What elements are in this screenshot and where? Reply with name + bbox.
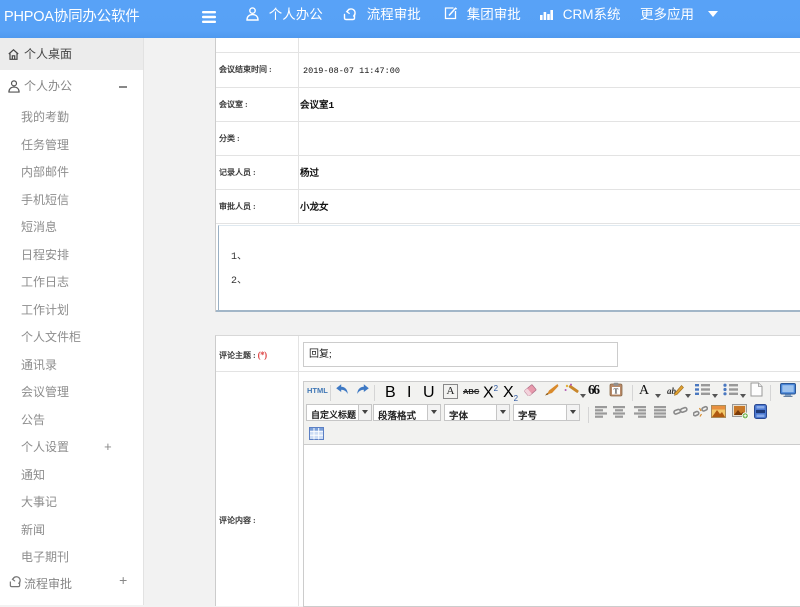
- svg-text:T: T: [614, 387, 619, 395]
